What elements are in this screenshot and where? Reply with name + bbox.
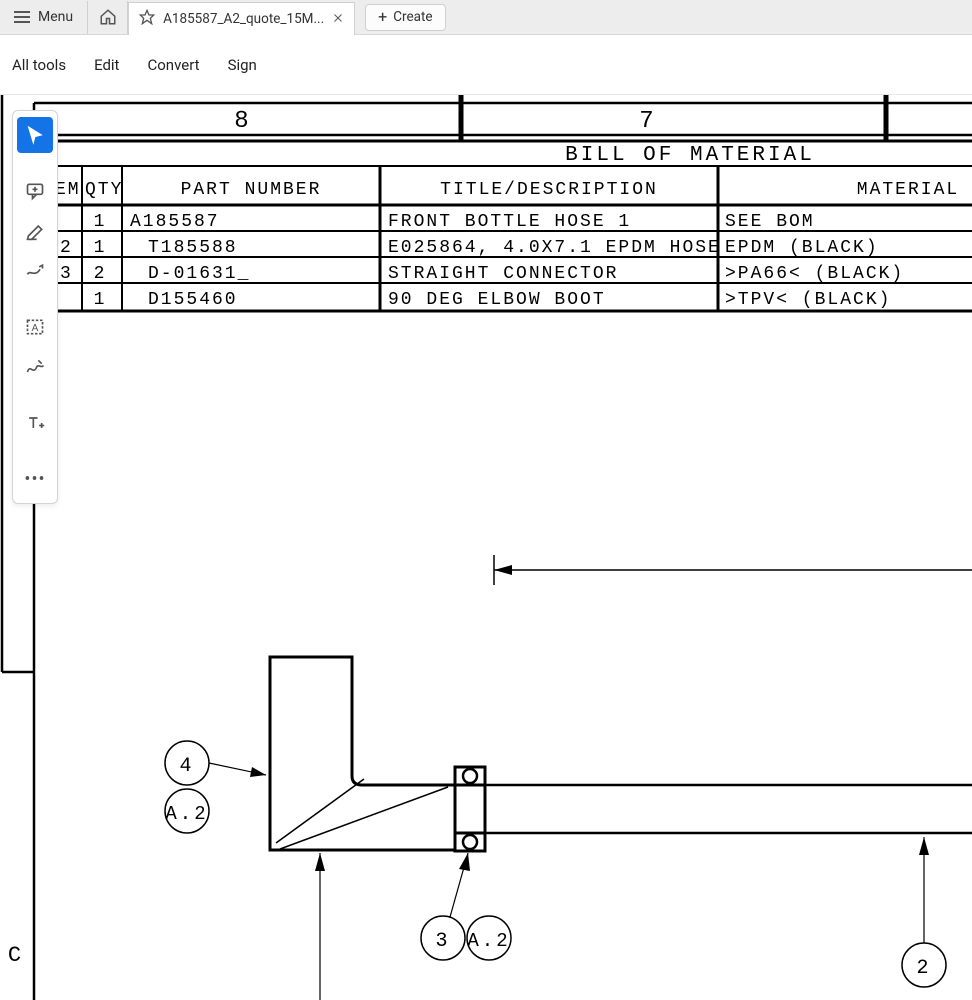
edit-link[interactable]: Edit: [94, 56, 119, 74]
highlight-tool[interactable]: [17, 213, 53, 249]
col-7-label: 7: [639, 108, 656, 135]
svg-text:3: 3: [60, 264, 73, 284]
close-tab-button[interactable]: [332, 9, 344, 28]
svg-text:SEE BOM: SEE BOM: [725, 212, 815, 232]
add-text-icon: [25, 413, 45, 433]
svg-text:1: 1: [94, 212, 107, 232]
balloon-3: 3: [435, 930, 450, 953]
comment-tool[interactable]: [17, 173, 53, 209]
text-select-icon: A: [25, 317, 45, 337]
ellipsis-icon: •••: [24, 469, 45, 490]
draw-icon: [25, 261, 45, 281]
tab-title: A185587_A2_quote_15M...: [163, 11, 324, 27]
window-topbar: Menu A185587_A2_quote_15M... + Create: [0, 0, 972, 35]
convert-link[interactable]: Convert: [147, 56, 199, 74]
bom-title: BILL OF MATERIAL: [565, 144, 815, 167]
balloon-2: 2: [916, 957, 931, 980]
cursor-icon: [25, 125, 45, 145]
menu-label: Menu: [38, 9, 73, 25]
menu-button[interactable]: Menu: [0, 1, 88, 34]
bom-rows: 1 A185587 FRONT BOTTLE HOSE 1 SEE BOM 2 …: [52, 212, 972, 311]
svg-text:STRAIGHT CONNECTOR: STRAIGHT CONNECTOR: [388, 264, 618, 284]
row-c-label: C: [8, 943, 24, 968]
star-icon[interactable]: [139, 9, 155, 29]
left-toolbar: A •••: [12, 110, 58, 504]
svg-text:E025864, 4.0X7.1 EPDM HOSE: E025864, 4.0X7.1 EPDM HOSE: [388, 238, 721, 258]
create-label: Create: [393, 9, 432, 25]
svg-text:2: 2: [94, 264, 107, 284]
create-button[interactable]: + Create: [365, 4, 445, 31]
hamburger-icon: [14, 11, 30, 23]
svg-text:T185588: T185588: [148, 238, 238, 258]
hdr-qty: QTY: [85, 180, 123, 200]
hdr-em: EM: [55, 180, 81, 200]
secondary-toolbar: All tools Edit Convert Sign: [0, 35, 972, 95]
svg-text:1: 1: [94, 238, 107, 258]
add-text-tool[interactable]: [17, 405, 53, 441]
sign-link[interactable]: Sign: [228, 56, 257, 74]
draw-tool[interactable]: [17, 253, 53, 289]
plus-icon: +: [378, 9, 387, 25]
svg-text:A185587: A185587: [130, 212, 220, 232]
document-viewport[interactable]: 8 7 BILL OF MATERIAL EM QTY PART NUMBER …: [0, 95, 972, 1000]
svg-text:>TPV< (BLACK): >TPV< (BLACK): [725, 290, 891, 310]
balloon-4: 4: [179, 755, 194, 778]
balloon-a2: A.2: [165, 803, 208, 825]
balloon-a2b: A.2: [467, 930, 510, 952]
svg-text:FRONT BOTTLE HOSE 1: FRONT BOTTLE HOSE 1: [388, 212, 631, 232]
col-8-label: 8: [234, 108, 251, 135]
text-select-tool[interactable]: A: [17, 309, 53, 345]
svg-text:1: 1: [94, 290, 107, 310]
hdr-pn: PART NUMBER: [181, 180, 322, 200]
svg-text:>PA66< (BLACK): >PA66< (BLACK): [725, 264, 904, 284]
svg-text:2: 2: [60, 238, 73, 258]
svg-text:90 DEG ELBOW BOOT: 90 DEG ELBOW BOOT: [388, 290, 606, 310]
comment-icon: [25, 181, 45, 201]
sign-tool[interactable]: [17, 349, 53, 385]
svg-text:D-01631_: D-01631_: [148, 264, 250, 284]
svg-text:A: A: [32, 323, 39, 334]
select-tool[interactable]: [17, 117, 53, 153]
svg-text:EPDM (BLACK): EPDM (BLACK): [725, 238, 879, 258]
cad-drawing: 8 7 BILL OF MATERIAL EM QTY PART NUMBER …: [0, 95, 972, 1000]
hdr-desc: TITLE/DESCRIPTION: [440, 180, 658, 200]
all-tools-link[interactable]: All tools: [12, 56, 66, 74]
document-tab[interactable]: A185587_A2_quote_15M...: [128, 2, 355, 35]
home-icon: [99, 8, 117, 26]
sign-icon: [25, 357, 45, 377]
home-button[interactable]: [88, 1, 128, 34]
more-tools[interactable]: •••: [17, 461, 53, 497]
highlight-icon: [25, 221, 45, 241]
svg-text:D155460: D155460: [148, 290, 238, 310]
hdr-mat: MATERIAL: [857, 180, 959, 200]
